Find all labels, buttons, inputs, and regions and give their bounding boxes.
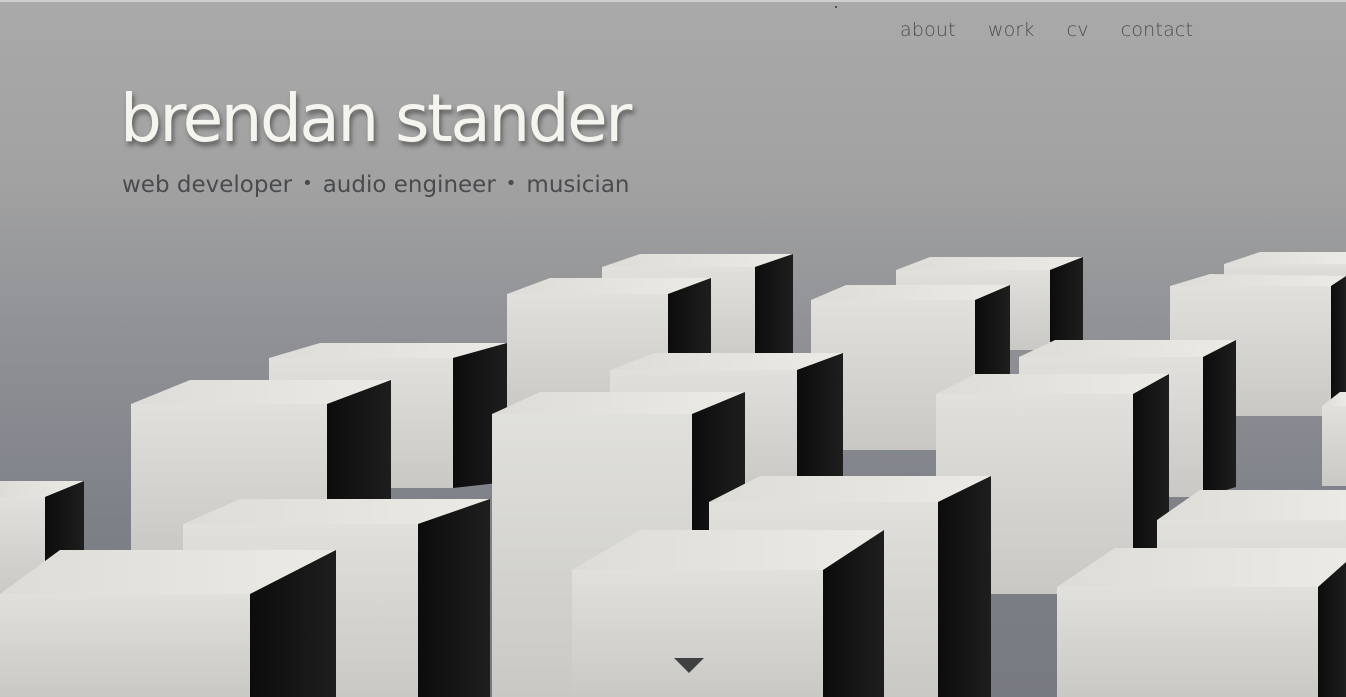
nav-link-work[interactable]: work xyxy=(988,19,1035,41)
role-separator: • xyxy=(302,173,313,194)
nav-link-cv[interactable]: cv xyxy=(1067,19,1089,41)
main-nav: about work cv contact xyxy=(900,19,1193,41)
decorative-dot xyxy=(835,6,837,8)
nav-link-contact[interactable]: contact xyxy=(1121,19,1194,41)
roles-subtitle: web developer • audio engineer • musician xyxy=(122,172,629,198)
role-musician: musician xyxy=(526,172,630,198)
triangle-down-icon[interactable] xyxy=(674,658,704,673)
site-title: brendan stander xyxy=(120,80,632,157)
hero-section: about work cv contact brendan stander we… xyxy=(0,0,1346,697)
role-web-developer: web developer xyxy=(122,172,293,198)
nav-link-about[interactable]: about xyxy=(900,19,956,41)
role-separator: • xyxy=(505,173,517,194)
role-audio-engineer: audio engineer xyxy=(322,172,496,198)
